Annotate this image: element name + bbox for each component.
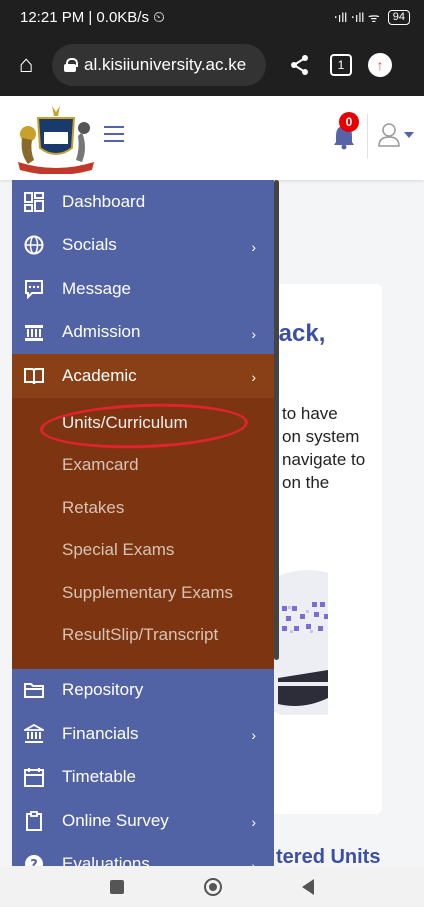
sidebar-item-timetable[interactable]: Timetable: [12, 756, 274, 800]
chevron-right-icon: ›: [251, 369, 256, 385]
sidebar-item-label: Academic: [62, 365, 137, 385]
chevron-right-icon: ›: [251, 814, 256, 830]
submenu-item-special-exams[interactable]: Special Exams: [12, 529, 274, 572]
home-icon[interactable]: ⌂: [10, 49, 42, 81]
sidebar-item-online-survey[interactable]: Online Survey ›: [12, 799, 274, 843]
status-time: 12:21 PM | 0.0KB/s ⏲: [20, 8, 165, 26]
battery-icon: 94: [387, 9, 410, 25]
app-header: 0: [0, 96, 424, 180]
chevron-down-icon: [404, 132, 414, 138]
user-menu[interactable]: [378, 120, 424, 150]
calendar-icon: [22, 765, 46, 789]
chevron-right-icon: ›: [251, 727, 256, 743]
sidebar-item-message[interactable]: Message: [12, 267, 274, 311]
folder-icon: [22, 678, 46, 702]
welcome-text: to have on system navigate to on the: [282, 404, 366, 492]
academic-submenu: Units/Curriculum Examcard Retakes Specia…: [12, 397, 274, 669]
system-nav-bar: [0, 866, 424, 907]
book-icon: [22, 364, 46, 388]
submenu-item-units-curriculum[interactable]: Units/Curriculum: [12, 399, 274, 452]
sidebar-item-label: Socials: [62, 235, 117, 255]
chevron-right-icon: ›: [251, 325, 256, 342]
sidebar-item-label: Admission: [62, 322, 141, 342]
sidebar-scrollbar[interactable]: [274, 180, 279, 660]
sidebar-item-academic[interactable]: Academic ›: [12, 354, 274, 398]
sidebar-item-label: Repository: [62, 680, 144, 700]
globe-icon: [22, 233, 46, 257]
menu-toggle-icon[interactable]: [104, 126, 124, 142]
sidebar-item-financials[interactable]: Financials ›: [12, 712, 274, 756]
sidebar-item-label: Dashboard: [62, 191, 146, 211]
browser-toolbar: ⌂ al.kisiiuniversity.ac.ke 1 ↑: [0, 34, 424, 96]
user-icon: [378, 123, 400, 147]
sidebar-item-label: Online Survey: [62, 810, 169, 830]
sidebar-item-evaluations[interactable]: ? Evaluations ›: [12, 843, 274, 867]
back-icon[interactable]: [302, 878, 314, 895]
status-bar: 12:21 PM | 0.0KB/s ⏲ ‧ıll ‧ıll ᯤ 94: [0, 0, 424, 34]
submenu-item-resultslip-transcript[interactable]: ResultSlip/Transcript: [12, 614, 274, 657]
sidebar-item-label: Timetable: [62, 767, 137, 787]
sidebar-item-dashboard[interactable]: Dashboard: [12, 180, 274, 224]
building-icon: [22, 320, 46, 344]
sidebar-item-label: Message: [62, 278, 131, 298]
chevron-right-icon: ›: [251, 857, 256, 867]
dashboard-icon: [22, 190, 46, 214]
tabs-button[interactable]: 1: [330, 54, 352, 76]
url-bar[interactable]: al.kisiiuniversity.ac.ke: [52, 44, 266, 86]
university-logo: [18, 106, 94, 174]
sidebar-item-label: Financials: [62, 723, 139, 743]
home-circle-icon[interactable]: [204, 877, 222, 896]
share-icon[interactable]: [286, 51, 314, 79]
status-icons: ‧ıll ‧ıll ᯤ 94: [334, 8, 410, 26]
submenu-item-supplementary-exams[interactable]: Supplementary Exams: [12, 572, 274, 615]
sidebar-item-admission[interactable]: Admission ›: [12, 311, 274, 355]
lock-icon: [64, 58, 78, 72]
svg-text:?: ?: [30, 858, 38, 866]
bank-icon: [22, 722, 46, 746]
header-divider: [367, 114, 368, 158]
sidebar-menu: Dashboard Socials › Message Admission › …: [12, 180, 274, 866]
help-icon: ?: [22, 852, 46, 866]
sidebar-item-label: Evaluations: [62, 854, 150, 866]
submenu-item-examcard[interactable]: Examcard: [12, 444, 274, 487]
message-icon: [22, 277, 46, 301]
update-icon[interactable]: ↑: [368, 53, 392, 77]
url-text: al.kisiiuniversity.ac.ke: [84, 55, 247, 74]
chevron-right-icon: ›: [251, 238, 256, 255]
clipboard-icon: [22, 809, 46, 833]
submenu-item-retakes[interactable]: Retakes: [12, 487, 274, 530]
sidebar-item-socials[interactable]: Socials ›: [12, 224, 274, 268]
notification-badge: 0: [339, 112, 359, 132]
sidebar-item-repository[interactable]: Repository: [12, 669, 274, 713]
recents-icon[interactable]: [110, 879, 124, 894]
signal-icon: ‧ıll ‧ıll ᯤ: [333, 10, 380, 25]
